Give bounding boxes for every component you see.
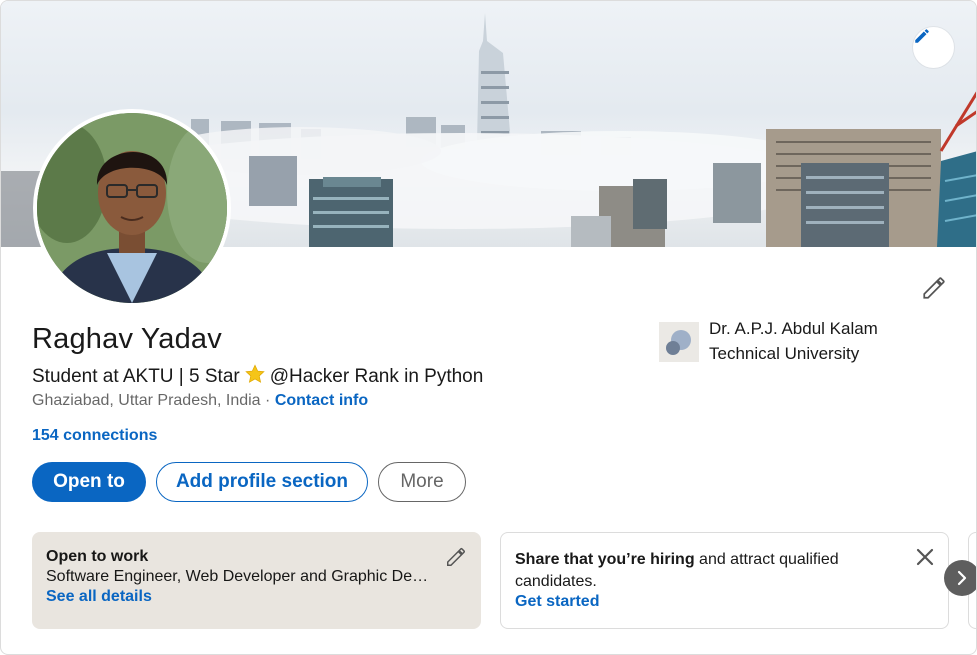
avatar	[37, 113, 227, 303]
profile-location: Ghaziabad, Uttar Pradesh, India · Contac…	[32, 392, 368, 410]
hiring-message: Share that you’re hiring and attract qua…	[515, 549, 895, 593]
profile-headline: Student at AKTU | 5 Star @Hacker Rank in …	[32, 363, 483, 391]
chevron-right-icon	[957, 570, 967, 586]
hiring-message-bold: Share that you’re hiring	[515, 551, 695, 568]
pencil-icon	[923, 277, 945, 299]
see-all-details-link[interactable]: See all details	[46, 588, 152, 606]
open-to-button[interactable]: Open to	[32, 462, 146, 502]
school-name-line2: Technical University	[709, 344, 860, 363]
connections-link[interactable]: 154 connections	[32, 427, 157, 445]
edit-intro-button[interactable]	[915, 269, 953, 307]
open-to-work-roles: Software Engineer, Web Developer and Gra…	[46, 568, 436, 585]
edit-banner-button[interactable]	[913, 27, 954, 68]
pencil-icon	[447, 548, 465, 566]
headline-text-end: @Hacker Rank in Python	[269, 366, 484, 387]
school-name: Dr. A.P.J. Abdul Kalam Technical Univers…	[709, 316, 899, 366]
dismiss-hiring-button[interactable]	[913, 545, 937, 569]
profile-name: Raghav Yadav	[32, 323, 222, 355]
hiring-card: Share that you’re hiring and attract qua…	[500, 532, 949, 629]
more-button[interactable]: More	[378, 462, 466, 502]
contact-info-link[interactable]: Contact info	[275, 392, 368, 409]
open-to-work-card: Open to work Software Engineer, Web Deve…	[32, 532, 481, 629]
school-name-line1: Dr. A.P.J. Abdul Kalam	[709, 319, 878, 338]
profile-photo[interactable]	[33, 109, 231, 307]
edit-open-to-work-button[interactable]	[445, 546, 467, 568]
school-logo-icon	[659, 322, 699, 362]
pencil-icon	[915, 29, 929, 43]
open-to-work-title: Open to work	[46, 548, 149, 565]
headline-text-start: Student at AKTU | 5 Star	[32, 366, 240, 387]
location-text: Ghaziabad, Uttar Pradesh, India	[32, 392, 261, 409]
location-separator: ·	[265, 392, 271, 409]
close-icon	[916, 548, 934, 566]
star-icon	[244, 363, 266, 391]
carousel-next-button[interactable]	[944, 560, 976, 596]
profile-card: Raghav Yadav Student at AKTU | 5 Star @Ha…	[0, 0, 977, 655]
get-started-link[interactable]: Get started	[515, 593, 599, 611]
add-profile-section-button[interactable]: Add profile section	[156, 462, 368, 502]
education-link[interactable]: Dr. A.P.J. Abdul Kalam Technical Univers…	[659, 319, 899, 366]
